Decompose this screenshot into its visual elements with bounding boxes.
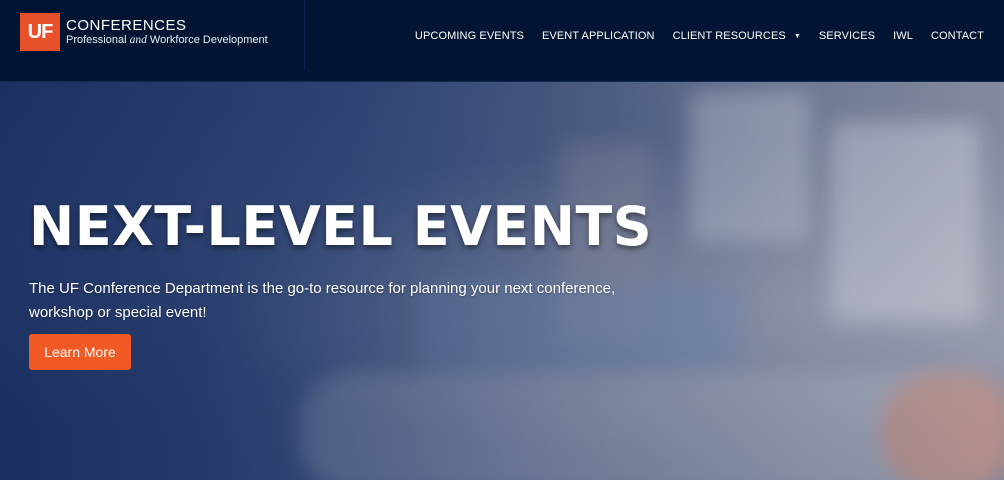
uf-logo[interactable]: UF xyxy=(20,13,60,51)
nav-contact[interactable]: CONTACT xyxy=(931,30,984,42)
learn-more-button[interactable]: Learn More xyxy=(29,334,131,370)
nav-upcoming-events-label: UPCOMING EVENTS xyxy=(414,30,524,42)
nav-iwl-label: IWL xyxy=(893,30,913,42)
brand-subtitle-post: Workforce Development xyxy=(149,34,268,46)
nav-client-resources-label: CLIENT RESOURCES xyxy=(672,30,786,42)
brand-title[interactable]: CONFERENCES xyxy=(66,17,187,34)
hero-description: The UF Conference Department is the go-t… xyxy=(29,280,616,321)
caret-down-icon: ▼ xyxy=(793,32,801,40)
nav-event-application-label: EVENT APPLICATION xyxy=(542,30,655,42)
hero-title: NEXT-LEVEL EVENTS xyxy=(29,195,653,258)
header-divider xyxy=(304,0,305,70)
nav-services[interactable]: SERVICES xyxy=(819,30,875,42)
nav-iwl[interactable]: IWL xyxy=(893,30,913,42)
nav-upcoming-events[interactable]: UPCOMING EVENTS xyxy=(415,30,524,42)
nav-contact-label: CONTACT xyxy=(930,30,984,42)
hero-banner: NEXT-LEVEL EVENTS The UF Conference Depa… xyxy=(0,82,1004,480)
brand-subtitle: Professional and Workforce Development xyxy=(66,34,268,46)
nav-services-label: SERVICES xyxy=(818,30,876,42)
brand-subtitle-and: and xyxy=(129,34,147,46)
site-header: UF CONFERENCES Professional and Workforc… xyxy=(0,0,1004,82)
main-nav: UPCOMING EVENTS EVENT APPLICATION CLIENT… xyxy=(415,30,984,42)
brand-subtitle-pre: Professional xyxy=(66,34,127,46)
nav-event-application[interactable]: EVENT APPLICATION xyxy=(542,30,655,42)
nav-client-resources[interactable]: CLIENT RESOURCES ▼ xyxy=(673,30,801,42)
